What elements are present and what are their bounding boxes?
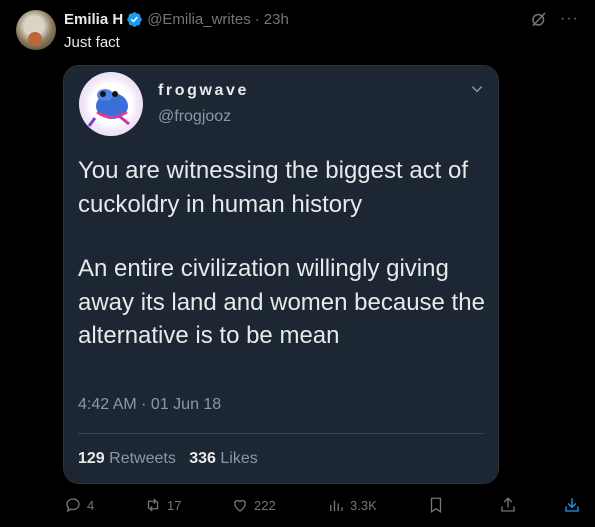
post-header: Emilia H @Emilia_writes · 23h xyxy=(64,11,289,28)
quoted-tweet-screenshot: frogwave @frogjooz You are witnessing th… xyxy=(64,66,498,483)
quoted-timestamp: 4:42 AM · 01 Jun 18 xyxy=(78,396,222,413)
more-icon[interactable]: ··· xyxy=(560,10,579,28)
bookmark-icon xyxy=(430,497,442,514)
author-name[interactable]: Emilia H xyxy=(64,11,123,28)
quoted-retweets-label: Retweets xyxy=(109,450,176,467)
verified-badge-icon xyxy=(127,12,142,27)
post-text: Just fact xyxy=(64,34,120,51)
post-time[interactable]: 23h xyxy=(264,11,289,28)
share-icon xyxy=(501,497,515,512)
author-handle[interactable]: @Emilia_writes xyxy=(147,11,251,28)
like-button[interactable]: 222 xyxy=(231,496,276,514)
separator: · xyxy=(254,11,260,28)
chevron-down-icon xyxy=(471,86,483,93)
heart-icon xyxy=(234,499,246,512)
quoted-likes-count: 336 xyxy=(189,450,216,467)
download-icon xyxy=(565,498,579,512)
reply-icon xyxy=(66,498,80,513)
post-top-actions: ··· xyxy=(530,10,579,28)
quoted-handle: @frogjooz xyxy=(158,108,232,125)
bookmark-button[interactable] xyxy=(427,496,445,514)
quoted-divider xyxy=(78,433,484,434)
grok-icon[interactable] xyxy=(530,10,548,28)
repost-icon xyxy=(147,498,159,512)
reply-count: 4 xyxy=(87,497,95,513)
quoted-stats: 129 Retweets 336 Likes xyxy=(78,450,258,468)
repost-count: 17 xyxy=(167,497,182,513)
quoted-image-card[interactable]: frogwave @frogjooz You are witnessing th… xyxy=(63,65,499,484)
author-avatar[interactable] xyxy=(16,10,56,50)
quoted-likes-label: Likes xyxy=(220,450,258,467)
views-count: 3.3K xyxy=(350,497,377,513)
quoted-body: You are witnessing the biggest act of cu… xyxy=(78,154,488,384)
quoted-paragraph-2: An entire civilization willingly giving … xyxy=(78,255,485,349)
quoted-retweets-count: 129 xyxy=(78,450,105,467)
like-count: 222 xyxy=(254,497,276,513)
views-icon xyxy=(330,500,343,511)
download-button[interactable] xyxy=(563,496,581,514)
views-button[interactable]: 3.3K xyxy=(327,496,377,514)
frog-avatar-icon xyxy=(87,89,130,127)
quoted-name: frogwave xyxy=(158,82,250,99)
quoted-paragraph-1: You are witnessing the biggest act of cu… xyxy=(78,157,469,218)
share-button[interactable] xyxy=(499,496,517,514)
repost-button[interactable]: 17 xyxy=(144,496,181,514)
action-bar: 4 17 222 3.3K xyxy=(64,496,583,518)
quoted-avatar xyxy=(79,72,143,136)
reply-button[interactable]: 4 xyxy=(64,496,94,514)
